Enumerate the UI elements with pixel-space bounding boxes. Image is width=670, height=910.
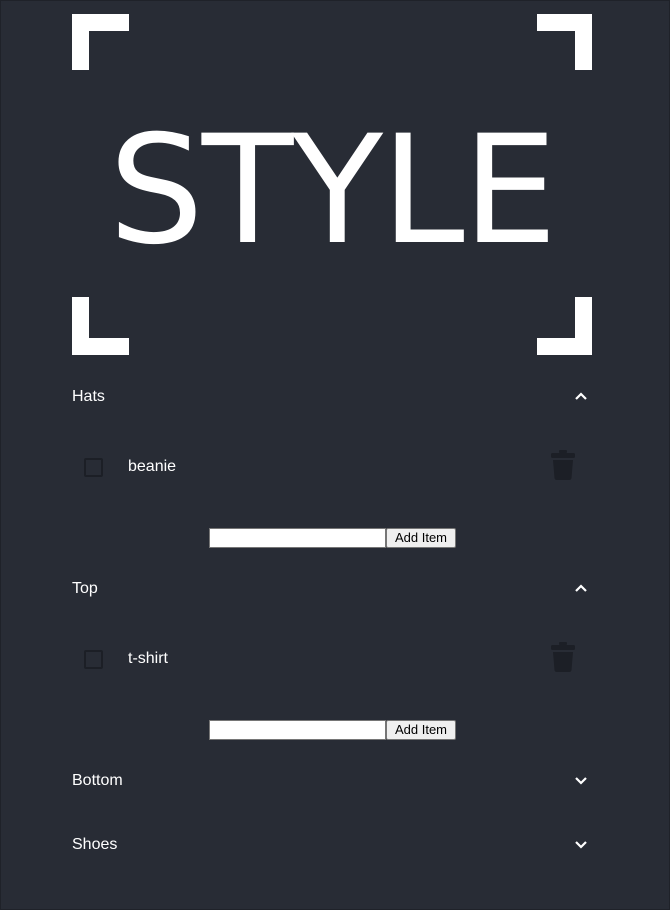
add-item-input[interactable] — [209, 528, 386, 548]
chevron-up-icon[interactable] — [572, 387, 590, 405]
trash-icon[interactable] — [550, 450, 576, 480]
add-item-button[interactable]: Add Item — [386, 528, 456, 548]
list-item: t-shirt — [72, 639, 594, 679]
add-item-input[interactable] — [209, 720, 386, 740]
category-header-top[interactable]: Top — [72, 577, 594, 601]
category-title: Top — [72, 580, 98, 597]
category-header-hats[interactable]: Hats — [72, 385, 594, 409]
item-checkbox[interactable] — [84, 650, 103, 669]
category-title: Hats — [72, 388, 105, 405]
category-header-bottom[interactable]: Bottom — [72, 769, 594, 793]
style-logo: STYLE — [72, 14, 592, 356]
list-item: beanie — [72, 447, 594, 487]
chevron-up-icon[interactable] — [572, 579, 590, 597]
item-checkbox[interactable] — [84, 458, 103, 477]
logo-text: STYLE — [108, 104, 558, 278]
chevron-down-icon[interactable] — [572, 771, 590, 789]
trash-icon[interactable] — [550, 642, 576, 672]
item-label: t-shirt — [128, 650, 168, 667]
item-label: beanie — [128, 458, 177, 475]
category-title: Shoes — [72, 836, 118, 853]
add-item-form: Add Item — [209, 720, 459, 740]
chevron-down-icon[interactable] — [572, 835, 590, 853]
add-item-form: Add Item — [209, 528, 459, 548]
add-item-button[interactable]: Add Item — [386, 720, 456, 740]
category-header-shoes[interactable]: Shoes — [72, 833, 594, 857]
category-title: Bottom — [72, 772, 123, 789]
